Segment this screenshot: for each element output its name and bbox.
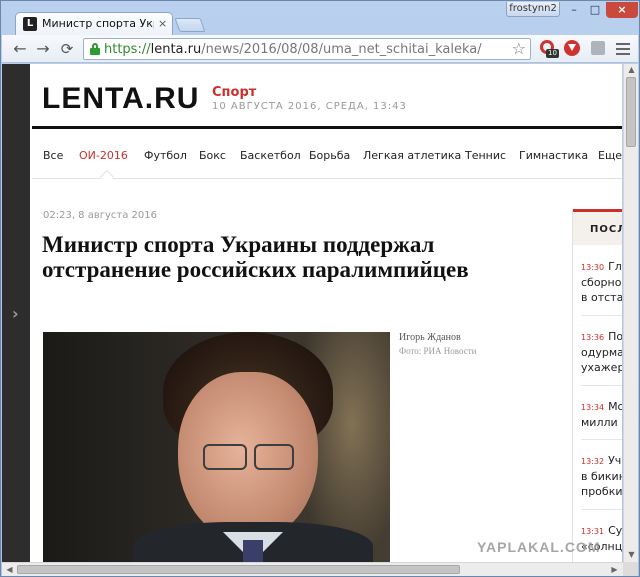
- article-photo[interactable]: [43, 332, 390, 562]
- nav-item-boxing[interactable]: Бокс: [199, 149, 226, 163]
- news-item[interactable]: 13:30Гла сборной в отстав: [581, 259, 622, 305]
- photo-caption-author: Игорь Жданов: [399, 332, 461, 343]
- page-viewport: › LENTA.RU Спорт 10 АВГУСТА 2016, СРЕДА,…: [2, 64, 622, 562]
- article-headline: Министр спорта Украины поддержал отстран…: [42, 232, 469, 282]
- nav-item-gymnastics[interactable]: Гимнастика: [519, 149, 588, 163]
- nav-item-more[interactable]: Еще: [598, 149, 622, 163]
- menu-icon[interactable]: [616, 43, 630, 55]
- news-time: 13:36: [581, 333, 605, 342]
- news-divider: [581, 315, 622, 316]
- photo-caption-credit: Фото: РИА Новости: [399, 346, 477, 356]
- url-text[interactable]: https://lenta.ru/news/2016/08/08/uma_net…: [104, 41, 482, 58]
- vertical-scroll-thumb[interactable]: [626, 77, 636, 147]
- article-time: 02:23, 8 августа 2016: [43, 210, 157, 221]
- nav-item-athletics[interactable]: Легкая атлетика: [363, 149, 461, 163]
- news-time: 13:31: [581, 527, 605, 536]
- reload-button[interactable]: ⟳: [57, 39, 77, 59]
- new-tab-button[interactable]: [174, 18, 206, 32]
- news-line: Гла: [608, 260, 622, 273]
- news-divider: [581, 385, 622, 386]
- scroll-up-arrow-icon[interactable]: ▲: [625, 65, 638, 75]
- tab-close-icon[interactable]: ×: [158, 17, 167, 31]
- site-logo[interactable]: LENTA.RU: [42, 82, 199, 116]
- vertical-scrollbar[interactable]: ▲ ▼: [623, 64, 638, 562]
- profile-badge[interactable]: frostynn2: [506, 2, 560, 17]
- watermark: YAPLAKAL.COM: [477, 539, 601, 555]
- browser-window: L Министр спорта Украины п × frostynn2 –…: [0, 0, 640, 577]
- bookmark-star-icon[interactable]: ☆: [512, 40, 526, 58]
- minimize-button[interactable]: –: [564, 2, 584, 18]
- horizontal-scrollbar[interactable]: ◀ ▶: [2, 562, 623, 576]
- maximize-button[interactable]: □: [585, 2, 605, 18]
- opera-extension-icon[interactable]: 10: [539, 40, 559, 58]
- address-bar[interactable]: https://lenta.ru/news/2016/08/08/uma_net…: [83, 38, 531, 60]
- gray-extension-icon[interactable]: [590, 40, 608, 58]
- news-time: 13:32: [581, 457, 605, 466]
- news-divider: [581, 439, 622, 440]
- browser-toolbar: ← → ⟳ https://lenta.ru/news/2016/08/08/u…: [2, 35, 638, 63]
- news-line: пробки: [581, 485, 622, 498]
- news-line: одурман: [581, 346, 622, 359]
- nav-item-olympics[interactable]: ОИ-2016: [79, 149, 128, 163]
- url-scheme: https://: [104, 42, 151, 57]
- news-line: По: [608, 330, 622, 343]
- url-path: /news/2016/08/08/uma_net_schitai_kaleka/: [201, 42, 482, 57]
- download-extension-icon[interactable]: [564, 40, 582, 58]
- url-host: lenta.ru: [150, 42, 202, 57]
- scroll-down-arrow-icon[interactable]: ▼: [625, 550, 638, 560]
- news-line: Мо: [608, 400, 622, 413]
- nav-item-basketball[interactable]: Баскетбол: [240, 149, 301, 163]
- nav-item-football[interactable]: Футбол: [144, 149, 187, 163]
- news-item[interactable]: 13:32Уча в бикин пробки: [581, 453, 622, 499]
- scroll-right-arrow-icon[interactable]: ▶: [608, 565, 621, 575]
- section-title[interactable]: Спорт: [212, 85, 256, 100]
- scrollbar-corner: [623, 562, 638, 576]
- latest-news-title: ПОСЛ: [590, 224, 622, 235]
- scroll-left-arrow-icon[interactable]: ◀: [3, 565, 16, 575]
- horizontal-scroll-thumb[interactable]: [17, 565, 460, 574]
- forward-button[interactable]: →: [33, 39, 53, 59]
- nav-item-all[interactable]: Все: [43, 149, 63, 163]
- news-line: ухажер: [581, 361, 622, 374]
- news-line: в бикин: [581, 470, 622, 483]
- news-divider: [581, 509, 622, 510]
- tab-title: Министр спорта Украины п: [42, 17, 154, 30]
- news-line: Суд: [608, 524, 622, 537]
- news-line: милли: [581, 416, 618, 429]
- site-dateline: 10 АВГУСТА 2016, СРЕДА, 13:43: [212, 101, 407, 112]
- news-line: сборной: [581, 276, 622, 289]
- section-nav: Все ОИ-2016 Футбол Бокс Баскетбол Борьба…: [32, 129, 622, 185]
- news-item[interactable]: 13:34 Мо милли: [581, 399, 622, 430]
- nav-item-tennis[interactable]: Теннис: [465, 149, 506, 163]
- chevron-right-icon[interactable]: ›: [12, 304, 19, 323]
- latest-news-header: ПОСЛ: [573, 209, 622, 245]
- active-nav-caret: [99, 169, 115, 185]
- lenta-favicon-icon: L: [23, 17, 37, 31]
- news-item[interactable]: 13:36По одурман ухажер: [581, 329, 622, 375]
- left-rail[interactable]: ›: [2, 64, 30, 562]
- extension-badge: 10: [546, 49, 559, 58]
- close-window-button[interactable]: ×: [606, 2, 638, 18]
- lock-icon: [90, 43, 100, 55]
- browser-tab[interactable]: L Министр спорта Украины п ×: [15, 12, 173, 35]
- back-button[interactable]: ←: [10, 39, 30, 59]
- news-time: 13:34: [581, 403, 605, 412]
- tab-strip: L Министр спорта Украины п × frostynn2 –…: [1, 1, 640, 35]
- news-line: в отстав: [581, 291, 622, 304]
- nav-item-wrestling[interactable]: Борьба: [309, 149, 350, 163]
- news-time: 13:30: [581, 263, 605, 272]
- news-line: Уча: [608, 454, 622, 467]
- latest-news-column: ПОСЛ 13:30Гла сборной в отстав 13:36По одур…: [572, 209, 622, 562]
